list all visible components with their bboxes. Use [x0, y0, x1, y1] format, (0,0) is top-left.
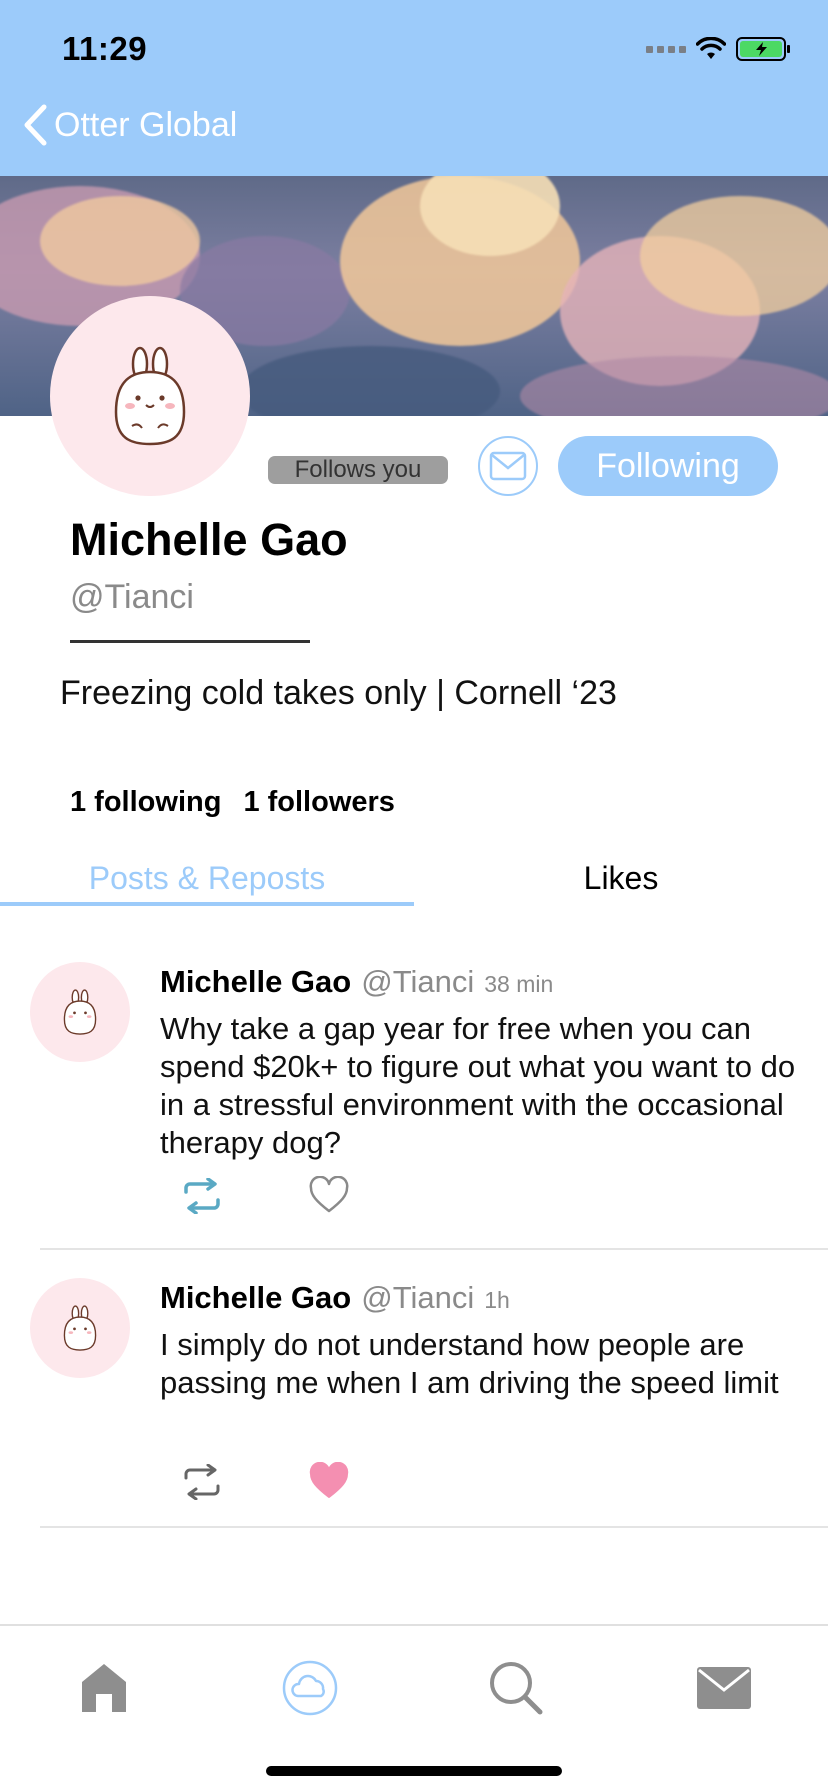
chevron-left-icon — [24, 104, 47, 146]
post-time: 38 min — [484, 971, 554, 997]
mail-icon — [697, 1667, 751, 1709]
post-header: Michelle Gao @Tianci 38 min — [160, 964, 553, 1000]
status-time: 11:29 — [62, 30, 148, 67]
nav-messages[interactable] — [684, 1648, 764, 1728]
profile-bio: Freezing cold takes only | Cornell ‘23 — [60, 674, 617, 712]
nav-search[interactable] — [476, 1648, 556, 1728]
heart-icon[interactable] — [308, 1176, 350, 1214]
back-button[interactable]: Otter Global — [22, 104, 237, 146]
profile-handle: @Tianci — [70, 578, 194, 616]
repost-icon[interactable] — [180, 1464, 224, 1500]
profile-name: Michelle Gao — [70, 514, 348, 565]
profile-avatar — [50, 296, 250, 496]
battery-icon — [736, 37, 790, 61]
nav-profile[interactable] — [270, 1648, 350, 1728]
bunny-avatar-icon — [63, 1305, 97, 1351]
post-time: 1h — [484, 1287, 510, 1313]
home-indicator — [266, 1766, 562, 1776]
cellular-signal-icon — [646, 45, 686, 53]
tab-indicator — [0, 902, 414, 906]
post-divider — [40, 1248, 828, 1250]
post-author-handle: @Tianci — [361, 964, 475, 999]
bottom-nav — [0, 1626, 828, 1746]
back-button-label: Otter Global — [54, 105, 238, 144]
post-author-handle: @Tianci — [361, 1280, 475, 1315]
post-divider — [40, 1526, 828, 1528]
repost-icon[interactable] — [180, 1178, 224, 1214]
status-icons — [646, 36, 792, 62]
search-icon — [490, 1662, 543, 1715]
wifi-icon — [696, 37, 726, 59]
message-button[interactable] — [478, 436, 538, 496]
post-avatar[interactable] — [30, 1278, 130, 1378]
nav-home[interactable] — [64, 1648, 144, 1728]
name-divider — [70, 640, 310, 643]
following-count[interactable]: 1 following — [70, 786, 221, 819]
profile-tabs: Posts & Reposts Likes — [0, 850, 828, 906]
heart-filled-icon[interactable] — [308, 1462, 350, 1500]
top-bar: 11:29 Otter Global — [0, 0, 828, 176]
post-author-name: Michelle Gao — [160, 1280, 352, 1315]
bunny-avatar-icon — [63, 989, 97, 1035]
post-header: Michelle Gao @Tianci 1h — [160, 1280, 510, 1316]
post-author-name: Michelle Gao — [160, 964, 352, 999]
following-button[interactable]: Following — [558, 436, 778, 496]
envelope-icon — [489, 451, 527, 481]
follows-you-badge: Follows you — [268, 456, 448, 484]
followers-count[interactable]: 1 followers — [243, 786, 395, 819]
bunny-avatar-icon — [114, 346, 186, 446]
post-text: Why take a gap year for free when you ca… — [160, 1011, 796, 1160]
post-avatar[interactable] — [30, 962, 130, 1062]
post-text: I simply do not understand how people ar… — [160, 1327, 779, 1400]
tab-posts-reposts[interactable]: Posts & Reposts — [0, 850, 414, 906]
home-icon — [82, 1664, 126, 1712]
follow-counts: 1 following 1 followers — [70, 786, 395, 819]
cloud-icon — [282, 1660, 338, 1716]
tab-likes[interactable]: Likes — [414, 850, 828, 906]
